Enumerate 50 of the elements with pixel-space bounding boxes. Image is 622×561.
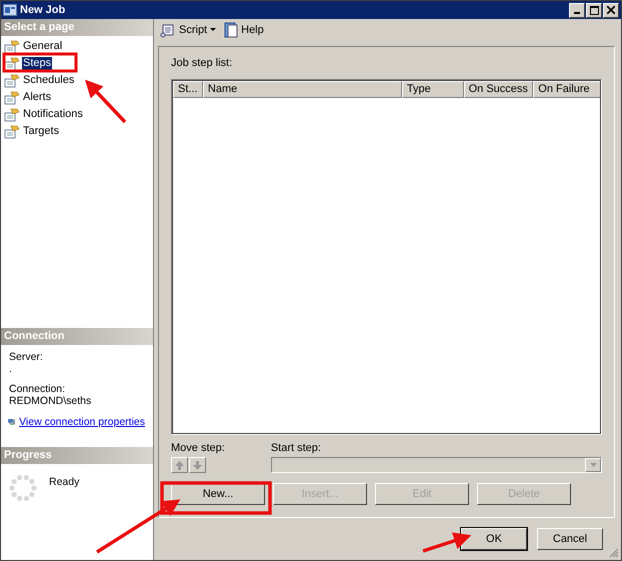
app-icon (3, 4, 17, 16)
column-header[interactable]: On Failure (533, 81, 601, 98)
sidebar-item[interactable]: Schedules (22, 74, 76, 87)
down-arrow-icon (193, 460, 202, 470)
close-button[interactable] (603, 2, 619, 18)
connection-label: Connection: (9, 383, 66, 395)
view-connection-properties-link[interactable]: View connection properties (19, 416, 145, 428)
page-icon (4, 108, 20, 122)
sidebar-item[interactable]: Steps (22, 57, 52, 70)
up-arrow-icon (175, 460, 184, 470)
dialog-button[interactable]: OK (461, 528, 527, 550)
progress-spinner-icon (9, 474, 37, 502)
window-title: New Job (20, 4, 66, 16)
resize-grip-icon (608, 547, 619, 558)
close-icon (607, 6, 615, 14)
dialog-button[interactable]: Cancel (537, 528, 603, 550)
maximize-button[interactable] (586, 2, 602, 18)
help-book-icon (224, 22, 238, 38)
annotation-arrow (85, 80, 126, 124)
column-header[interactable]: On Success (464, 81, 534, 98)
sidebar-item[interactable]: Targets (22, 125, 60, 138)
sidebar-item[interactable]: General (22, 40, 64, 53)
minimize-button[interactable] (569, 2, 585, 18)
column-header[interactable]: St... (173, 81, 203, 98)
maximize-icon (590, 6, 598, 14)
connection-value: REDMOND\seths (9, 395, 92, 407)
section-header: Connection (1, 328, 153, 345)
page-icon (4, 40, 20, 54)
job-step-list-label: Job step list: (171, 57, 234, 69)
dropdown-caret-icon (590, 463, 596, 467)
section-header: Progress (1, 447, 153, 464)
dropdown-caret-icon (210, 28, 216, 32)
column-header[interactable]: Type (402, 81, 464, 98)
progress-status: Ready (49, 476, 80, 488)
page-icon (4, 56, 20, 70)
server-value: . (9, 363, 13, 375)
page-icon (4, 74, 20, 88)
move-step-label: Move step: (171, 442, 225, 454)
start-step-label: Start step: (270, 442, 322, 454)
page-icon (4, 90, 20, 104)
annotation-arrow (422, 532, 472, 553)
server-label: Server: (9, 351, 44, 363)
help-button[interactable]: Help (224, 22, 264, 38)
section-header: Select a page (1, 19, 153, 36)
sidebar-item[interactable]: Alerts (22, 91, 52, 104)
column-header[interactable]: Name (202, 81, 402, 98)
sidebar-item[interactable]: Notifications (22, 108, 84, 121)
scroll-icon (160, 22, 176, 38)
script-button[interactable]: Script (160, 22, 216, 38)
page-icon (4, 124, 20, 138)
